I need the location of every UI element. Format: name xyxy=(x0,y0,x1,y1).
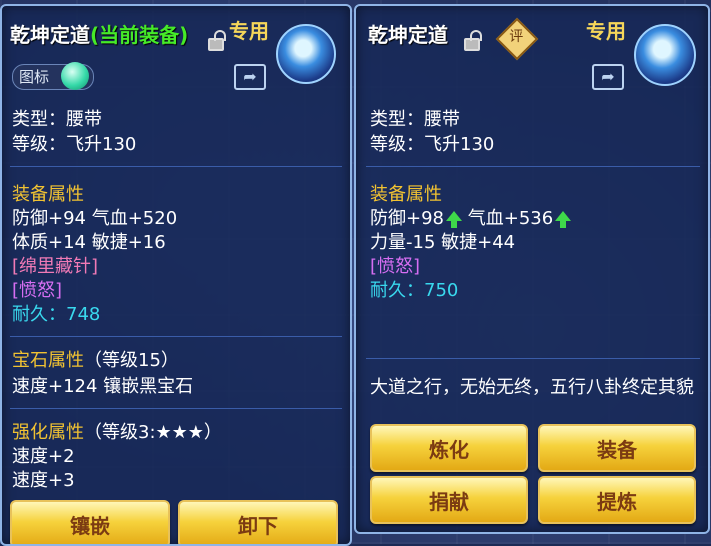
type-line: 类型：腰带 xyxy=(370,109,460,130)
attr-hp: 气血+536 xyxy=(467,208,554,229)
level-line: 等级：飞升130 xyxy=(370,134,495,155)
type-line: 类型：腰带 xyxy=(12,109,102,130)
attr-line-1: 防御+98 气血+536 xyxy=(370,208,572,230)
attr-header: 装备属性 xyxy=(370,184,442,205)
enhance-line-1: 速度+2 xyxy=(12,446,75,467)
special-skill: [愤怒] xyxy=(370,256,421,277)
unequip-button[interactable]: 卸下 xyxy=(178,500,338,544)
inlay-button[interactable]: 镶嵌 xyxy=(10,500,170,544)
attr-header: 装备属性 xyxy=(12,184,84,205)
attr-line-2: 力量-15 敏捷+44 xyxy=(370,232,516,253)
attr-line-1: 防御+94 气血+520 xyxy=(12,208,178,229)
extract-button[interactable]: 提炼 xyxy=(538,476,696,524)
enhance-line-2: 速度+3 xyxy=(12,470,75,491)
donate-button[interactable]: 捐献 xyxy=(370,476,528,524)
exclusive-label: 专用 xyxy=(229,19,269,43)
enhance-header-line: 强化属性（等级3:★★★） xyxy=(12,422,222,444)
divider xyxy=(10,166,342,167)
exclusive-label: 专用 xyxy=(586,19,626,43)
equip-button[interactable]: 装备 xyxy=(538,424,696,472)
rate-icon[interactable]: 评 xyxy=(495,17,539,61)
up-arrow-icon xyxy=(555,211,572,228)
attr-defense: 防御+98 xyxy=(370,208,444,229)
gem-header: 宝石属性 xyxy=(12,350,84,371)
item-tooltip: 乾坤定道 评 专用 ➦ 类型：腰带 等级：飞升130 装备属性 防御+98 气血… xyxy=(354,4,710,534)
enhance-header: 强化属性 xyxy=(12,422,84,443)
level-line: 等级：飞升130 xyxy=(12,134,137,155)
share-icon[interactable]: ➦ xyxy=(234,64,266,90)
gem-header-line: 宝石属性（等级15） xyxy=(12,350,179,372)
gem-level: （等级15） xyxy=(84,350,179,371)
item-description: 大道之行，无始无终，五行八卦终定其貌 xyxy=(370,377,694,398)
equipment-badge-icon xyxy=(634,24,696,86)
special-effect: [绵里藏针] xyxy=(12,256,99,277)
share-icon[interactable]: ➦ xyxy=(592,64,624,90)
enhance-level: （等级3:★★★） xyxy=(84,422,222,443)
lock-icon[interactable] xyxy=(464,30,482,51)
attr-line-2: 体质+14 敏捷+16 xyxy=(12,232,166,253)
current-equipment-tooltip: 乾坤定道(当前装备) 专用 图标 ➦ 类型：腰带 等级：飞升130 装备属性 防… xyxy=(0,4,352,546)
durability: 耐久：748 xyxy=(12,304,101,325)
divider xyxy=(366,166,700,167)
divider xyxy=(10,336,342,337)
lock-icon[interactable] xyxy=(208,30,226,51)
divider xyxy=(366,358,700,359)
current-equip-tag: (当前装备) xyxy=(90,23,189,47)
item-name: 乾坤定道(当前装备) xyxy=(10,23,189,47)
special-skill: [愤怒] xyxy=(12,280,63,301)
gem-line: 速度+124 镶嵌黑宝石 xyxy=(12,376,194,397)
item-name: 乾坤定道 xyxy=(368,23,448,47)
refine-button[interactable]: 炼化 xyxy=(370,424,528,472)
equipment-badge-icon xyxy=(276,24,336,84)
toggle-orb-icon xyxy=(61,62,89,90)
durability: 耐久：750 xyxy=(370,280,459,301)
icon-toggle[interactable]: 图标 xyxy=(12,62,94,90)
rate-label: 评 xyxy=(509,28,524,45)
icon-toggle-label: 图标 xyxy=(19,68,50,86)
up-arrow-icon xyxy=(446,211,462,228)
divider xyxy=(10,408,342,409)
